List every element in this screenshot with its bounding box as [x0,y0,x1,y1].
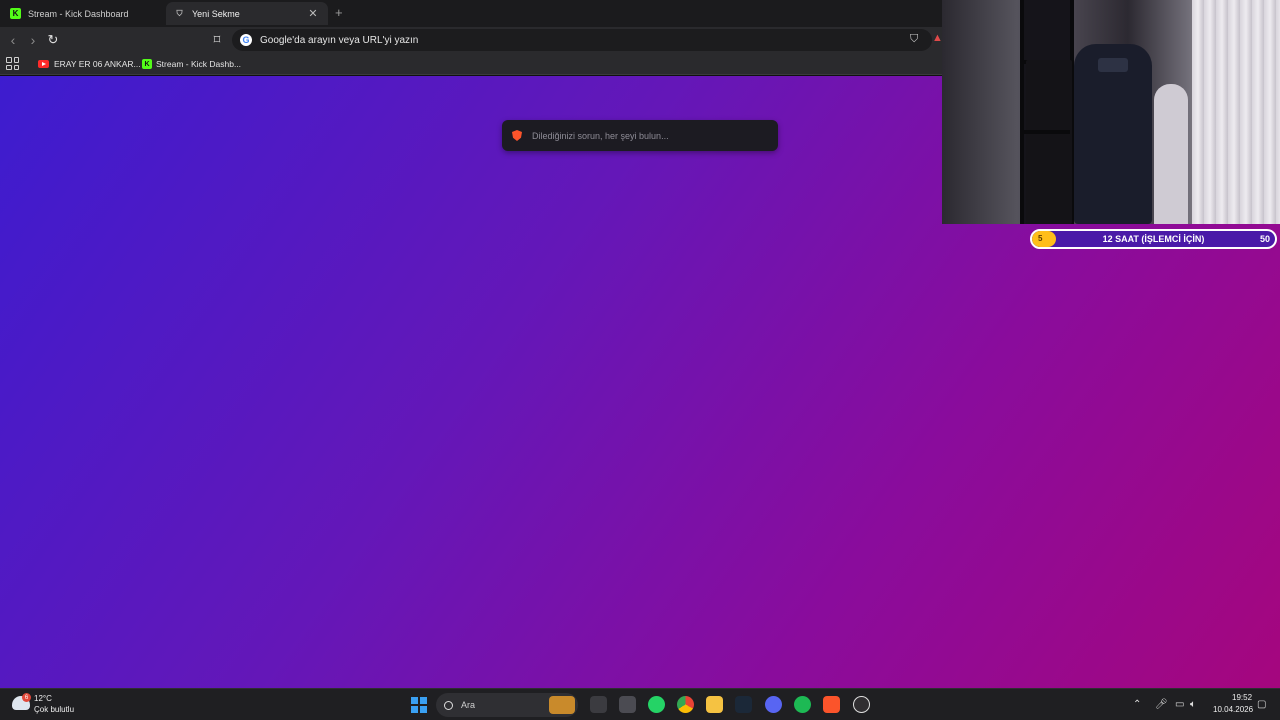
tab-label: Stream - Kick Dashboard [28,8,129,19]
search-highlight-icon [549,696,575,714]
youtube-icon [38,60,49,68]
brave-logo-icon [512,130,522,141]
search-placeholder: Dilediğinizi sorun, her şeyi bulun... [532,130,669,141]
webcam-white-chair [1154,84,1188,224]
google-icon: G [240,34,252,46]
windows-taskbar: 6 12°C Çok bulutlu Ara ⌃ 🎤︎ ▭ 🔈︎ 19:52 1… [0,688,1280,720]
kick-icon: K [10,8,21,19]
weather-badge: 6 [22,693,31,702]
webcam-overlay [942,0,1280,224]
spotify-icon[interactable] [794,696,811,713]
bookmark-item-kick[interactable]: K Stream - Kick Dashb... [142,56,241,72]
webcam-chair-logo [1098,58,1128,72]
close-tab-icon[interactable]: ✕ [306,7,320,20]
kick-icon: K [142,59,152,69]
volume-icon[interactable]: 🔈︎ [1190,699,1196,710]
address-placeholder: Google'da arayın veya URL'yi yazın [260,34,419,46]
weather-description: Çok bulutlu [34,705,75,714]
bookmark-item-youtube[interactable]: ERAY ER 06 ANKAR... [38,56,141,72]
search-icon [444,700,453,710]
forward-icon[interactable]: › [24,31,42,49]
store-icon[interactable] [619,696,636,713]
chevron-up-icon[interactable]: ⌃ [1133,699,1141,710]
steam-icon[interactable] [735,696,752,713]
network-icon[interactable]: ▭ [1175,699,1184,710]
newtab-search-box[interactable]: Dilediğinizi sorun, her şeyi bulun... [502,120,778,151]
webcam-curtain [1192,0,1280,224]
bookmark-icon[interactable]: ⌑ [210,32,224,48]
brave-icon: ⛉ [176,8,183,18]
microphone-icon[interactable]: 🎤︎ [1155,699,1168,710]
goal-title: 12 SAAT (İŞLEMCİ İÇİN) [1102,234,1205,244]
address-bar[interactable]: G Google'da arayın veya URL'yi yazın [232,29,932,51]
file-explorer-icon[interactable] [590,696,607,713]
stream-goal-bar: 5 12 SAAT (İŞLEMCİ İÇİN) 50 [1030,229,1277,249]
back-icon[interactable]: ‹ [4,31,22,49]
chrome-icon[interactable] [677,696,694,713]
taskbar-search-label: Ara [461,700,476,710]
taskbar-search[interactable]: Ara [436,693,578,717]
obs-icon[interactable] [853,696,870,713]
tab-new-tab[interactable]: ⛉ Yeni Sekme ✕ [166,2,328,25]
bookmark-label: ERAY ER 06 ANKAR... [54,59,141,69]
bookmark-label: Stream - Kick Dashb... [156,59,242,69]
discord-icon[interactable] [765,696,782,713]
reload-icon[interactable]: ↻ [44,31,62,49]
apps-grid-icon[interactable] [6,57,19,70]
tab-kick-dashboard[interactable]: K Stream - Kick Dashboard [2,2,164,25]
whatsapp-icon[interactable] [648,696,665,713]
tab-label: Yeni Sekme [192,8,240,19]
brave-shields-icon[interactable]: ⛉ [910,33,918,46]
webcam-pc-case [1026,60,1072,224]
goal-target: 50 [1259,234,1270,244]
clock-date[interactable]: 10.04.2026 [1213,705,1253,714]
weather-temperature: 12°C [34,694,52,703]
clock-time[interactable]: 19:52 [1232,693,1252,702]
webcam-shelf [1020,0,1074,224]
folder-icon[interactable] [706,696,723,713]
brave-icon[interactable] [823,696,840,713]
notification-icon[interactable]: ▢ [1257,699,1266,710]
windows-start-icon[interactable] [411,697,427,713]
new-tab-button[interactable]: + [335,5,343,20]
